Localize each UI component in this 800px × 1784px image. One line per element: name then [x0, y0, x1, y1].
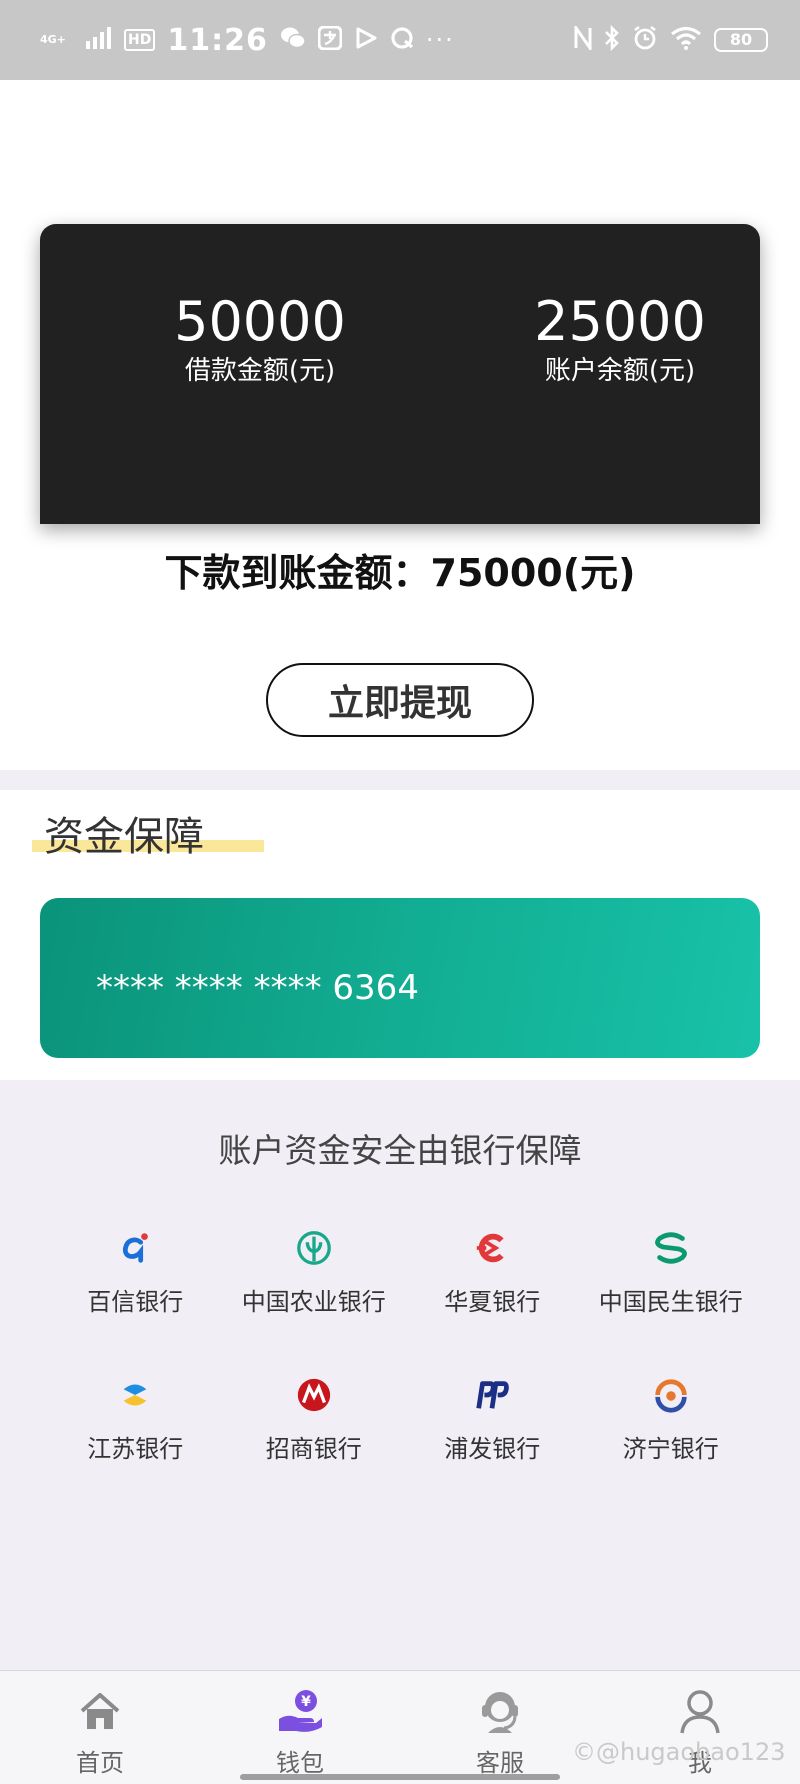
- bank-name: 济宁银行: [622, 1435, 719, 1463]
- more-notifications: ···: [425, 26, 455, 54]
- home-icon: [76, 1687, 124, 1739]
- bank-name: 中国民生银行: [598, 1288, 743, 1316]
- partners-caption: 账户资金安全由银行保障: [218, 1131, 582, 1170]
- nav-label: 客服: [476, 1749, 524, 1777]
- balance-stat: 25000 账户余额(元): [500, 290, 740, 388]
- bank-item-cmb: 招商银行: [225, 1375, 404, 1464]
- bank-item-abc: 中国农业银行: [225, 1228, 404, 1317]
- nav-item-service[interactable]: 客服: [400, 1671, 600, 1784]
- cmb-logo-icon: [294, 1375, 334, 1415]
- balance-card: 50000 借款金额(元) 25000 账户余额(元): [40, 224, 760, 524]
- alarm-icon: [632, 25, 658, 55]
- bank-name: 招商银行: [265, 1435, 362, 1463]
- wechat-icon: [280, 26, 306, 54]
- jsb-logo-icon: [115, 1375, 155, 1415]
- bluetooth-icon: [604, 24, 620, 55]
- section-title: 资金保障: [44, 814, 204, 860]
- balance-value: 25000: [534, 290, 706, 353]
- browser-icon: [390, 26, 414, 54]
- summary-section: 50000 借款金额(元) 25000 账户余额(元) 下款到账金额：75000…: [0, 80, 800, 770]
- bank-item-spdb: 浦发银行: [403, 1375, 582, 1464]
- loan-amount-label: 借款金额(元): [184, 356, 336, 386]
- bank-item-cmbc: 中国民生银行: [582, 1228, 761, 1317]
- loan-amount-stat: 50000 借款金额(元): [140, 290, 380, 388]
- svg-text:¥: ¥: [301, 1694, 311, 1710]
- bank-name: 浦发银行: [444, 1435, 541, 1463]
- loan-amount-value: 50000: [174, 290, 346, 353]
- bank-name: 华夏银行: [444, 1288, 541, 1316]
- status-bar: 4G+ HD 11:26 ··· 80: [0, 0, 800, 80]
- bank-name: 百信银行: [87, 1288, 184, 1316]
- watermark: ©@hugaobao123: [572, 1738, 786, 1766]
- home-indicator[interactable]: [240, 1774, 560, 1780]
- bank-partner-grid: 百信银行 中国农业银行 华夏银行 中国民生银行 江苏银行 招商银行 浦发银行 济…: [46, 1228, 760, 1464]
- guarantee-section: 资金保障 **** **** **** 6364: [0, 790, 800, 1080]
- wallet-icon: ¥: [276, 1687, 324, 1739]
- status-time: 11:26: [167, 22, 268, 58]
- nav-label: 钱包: [276, 1749, 324, 1777]
- nav-item-home[interactable]: 首页: [0, 1671, 200, 1784]
- cmbc-logo-icon: [651, 1228, 691, 1268]
- profile-icon: [676, 1687, 724, 1739]
- hd-icon: HD: [124, 29, 156, 51]
- signal-icon: [86, 27, 112, 53]
- nfc-icon: [574, 23, 592, 54]
- nav-item-wallet[interactable]: ¥ 钱包: [200, 1671, 400, 1784]
- payout-amount-text: 下款到账金额：75000(元): [164, 551, 636, 595]
- battery-icon: 80: [714, 28, 768, 52]
- bank-item-jnb: 济宁银行: [582, 1375, 761, 1464]
- bottom-nav: 首页 ¥ 钱包 客服 我: [0, 1670, 800, 1784]
- bank-name: 中国农业银行: [241, 1288, 386, 1316]
- bank-name: 江苏银行: [87, 1435, 184, 1463]
- customer-service-icon: [476, 1687, 524, 1739]
- network-type: 4G+: [40, 33, 66, 46]
- wifi-icon: [670, 26, 702, 54]
- bank-card[interactable]: **** **** **** 6364: [40, 898, 760, 1058]
- bank-item-aibank: 百信银行: [46, 1228, 225, 1317]
- spdb-logo-icon: [472, 1375, 512, 1415]
- alipay-icon: [317, 25, 343, 54]
- nav-item-profile[interactable]: 我: [600, 1671, 800, 1784]
- jnb-logo-icon: [651, 1375, 691, 1415]
- bank-item-jsb: 江苏银行: [46, 1375, 225, 1464]
- aibank-logo-icon: [115, 1228, 155, 1268]
- hxb-logo-icon: [472, 1228, 512, 1268]
- bank-item-hxb: 华夏银行: [403, 1228, 582, 1317]
- nav-label: 首页: [76, 1749, 124, 1777]
- card-number: **** **** **** 6364: [96, 968, 419, 1008]
- balance-label: 账户余额(元): [544, 356, 696, 386]
- video-icon: [354, 26, 378, 54]
- withdraw-button[interactable]: 立即提现: [266, 663, 534, 737]
- abc-logo-icon: [294, 1228, 334, 1268]
